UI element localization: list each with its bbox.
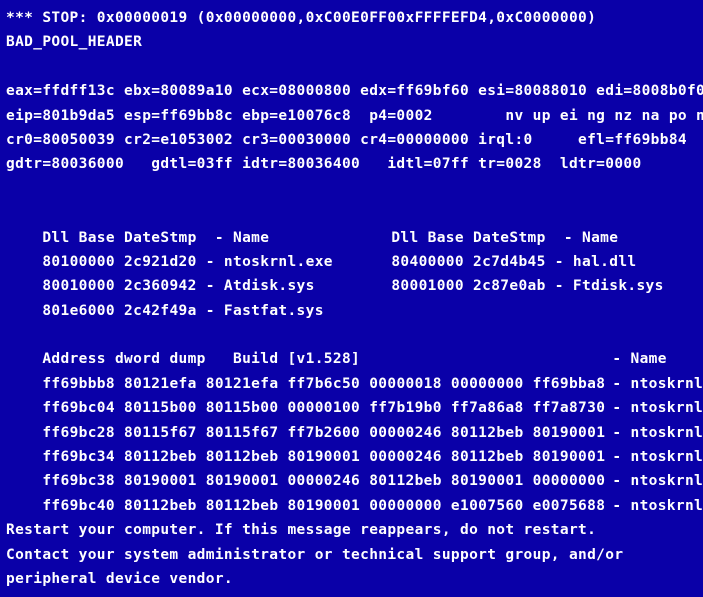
dump-header-row: Address dword dump Build [v1.528] - Name (6, 323, 703, 367)
dump-row-data: ff69bc04 80115b00 80115b00 00000100 ff7b… (42, 400, 606, 417)
stop-code-name: BAD_POOL_HEADER (6, 34, 143, 51)
footer-line-2: Contact your system administrator or tec… (6, 546, 624, 563)
register-row-pointers: eip=801b9da5 esp=ff69bb8c ebp=e10076c8 p… (6, 107, 703, 124)
dump-row-name: - ntoskrnl.exe (612, 497, 703, 514)
dll-row-left: 80100000 2c921d20 - ntoskrnl.exe (42, 253, 333, 270)
dll-table-header-row: Dll Base DateStmp - Name Dll Base DateStm… (6, 201, 703, 246)
footer-line-3: peripheral device vendor. (6, 570, 233, 587)
dll-table-header-right: Dll Base DateStmp - Name (391, 229, 619, 246)
register-row-control: cr0=80050039 cr2=e1053002 cr3=00030000 c… (6, 131, 687, 148)
dll-row-left: 801e6000 2c42f49a - Fastfat.sys (42, 302, 324, 319)
dump-row-data: ff69bc40 80112beb 80112beb 80190001 0000… (42, 497, 606, 514)
register-row-descriptor: gdtr=80036000 gdtl=03ff idtr=80036400 id… (6, 156, 642, 173)
dump-row-data: ff69bc28 80115f67 80115f67 ff7b2600 0000… (42, 424, 606, 441)
dump-row-data: ff69bc34 80112beb 80112beb 80190001 0000… (42, 449, 606, 466)
bsod-screen: *** STOP: 0x00000019 (0x00000000,0xC00E0… (0, 0, 703, 597)
footer-line-1: Restart your computer. If this message r… (6, 522, 597, 539)
dll-table-header-left: Dll Base DateStmp - Name (42, 229, 270, 246)
dll-row-right: 80001000 2c87e0ab - Ftdisk.sys (391, 278, 664, 295)
dump-row-name: - ntoskrnl.exe (612, 473, 703, 490)
register-row-general: eax=ffdff13c ebx=80089a10 ecx=08000800 e… (6, 83, 703, 100)
dll-row-right: 80400000 2c7d4b45 - hal.dll (391, 253, 637, 270)
dump-row-data: ff69bbb8 80121efa 80121efa ff7b6c50 0000… (42, 375, 606, 392)
dump-row-data: ff69bc38 80190001 80190001 00000246 8011… (42, 473, 606, 490)
dump-header-label: Address dword dump Build [v1.528] (42, 351, 361, 368)
dump-row-name: - ntoskrnl.exe (612, 400, 703, 417)
dump-row-name: - ntoskrnl.exe (612, 424, 703, 441)
dll-row-left: 80010000 2c360942 - Atdisk.sys (42, 278, 315, 295)
stop-line: *** STOP: 0x00000019 (0x00000000,0xC00E0… (6, 10, 597, 26)
dump-row-name: - ntoskrnl.exe (612, 449, 703, 466)
dump-row-name: - ntoskrnl.exe (612, 375, 703, 392)
dump-header-name: - Name (612, 351, 667, 368)
